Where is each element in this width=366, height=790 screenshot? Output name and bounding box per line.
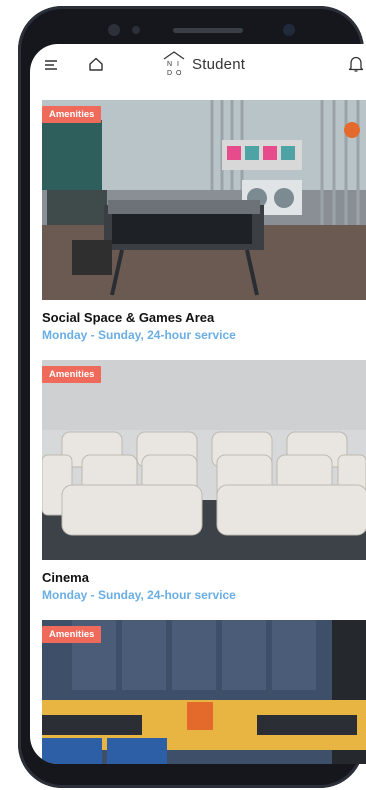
social-space-image — [42, 100, 366, 300]
front-sensor — [108, 24, 120, 36]
logo-letter-o: O — [176, 70, 182, 77]
lounge-photo: Amenities — [42, 620, 366, 764]
top-navigation-bar: N I D O Student — [30, 44, 366, 90]
proximity-sensor — [132, 26, 140, 34]
brand-name: Student — [192, 56, 246, 73]
amenity-card[interactable]: Amenities Social Space & Games Area Mond… — [42, 100, 366, 342]
amenity-card[interactable]: Amenities Cinema Monday - Sunday, 24-hou… — [42, 360, 366, 602]
social-space-photo: Amenities — [42, 100, 366, 300]
category-badge: Amenities — [42, 366, 102, 383]
logo-letter-d: D — [167, 70, 172, 77]
earpiece-speaker — [173, 28, 243, 33]
card-title[interactable]: Cinema — [42, 570, 366, 585]
amenity-card[interactable]: Amenities — [42, 620, 366, 764]
card-title[interactable]: Social Space & Games Area — [42, 310, 366, 325]
logo-letter-n: N — [167, 61, 172, 68]
bell-icon[interactable] — [348, 55, 364, 73]
category-badge: Amenities — [42, 106, 102, 123]
logo-letter-i: I — [177, 61, 179, 68]
home-icon[interactable] — [88, 56, 104, 72]
logo-icon: N I D O — [163, 51, 185, 77]
cinema-image — [42, 360, 366, 560]
category-badge: Amenities — [42, 626, 102, 643]
hamburger-icon[interactable] — [44, 58, 58, 72]
card-hours: Monday - Sunday, 24-hour service — [42, 588, 236, 602]
app-screen: N I D O Student Amenities Social Space &… — [30, 44, 366, 764]
card-hours: Monday - Sunday, 24-hour service — [42, 328, 236, 342]
cinema-photo: Amenities — [42, 360, 366, 560]
front-camera — [283, 24, 295, 36]
